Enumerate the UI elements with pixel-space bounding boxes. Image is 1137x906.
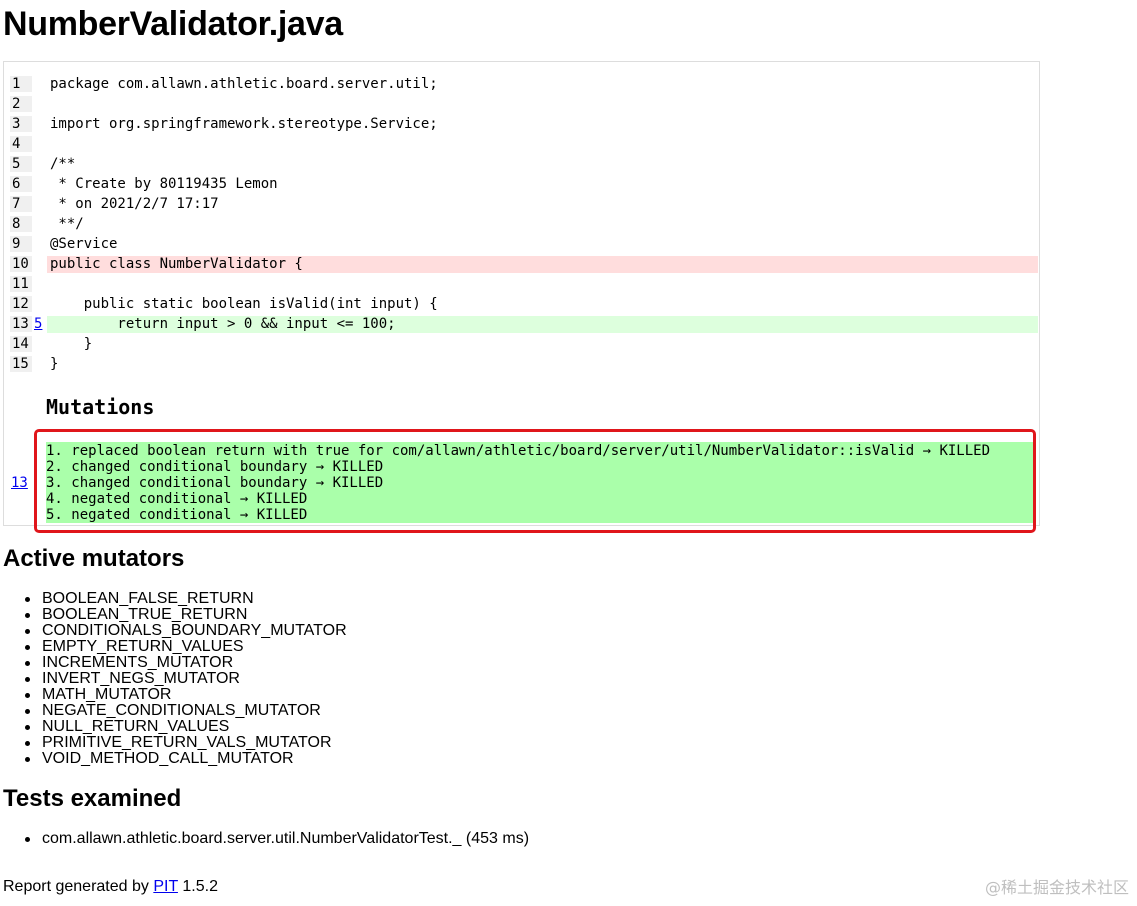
code-line-4: 4: [10, 134, 1038, 154]
code-text: package com.allawn.athletic.board.server…: [50, 76, 438, 92]
code-text: * on 2021/2/7 17:17: [50, 196, 219, 212]
code-line-6: 6 * Create by 80119435 Lemon: [10, 174, 1038, 194]
mutator-item: NEGATE_CONDITIONALS_MUTATOR: [25, 703, 347, 719]
line-number: 4: [10, 136, 32, 152]
active-mutators-list: BOOLEAN_FALSE_RETURN BOOLEAN_TRUE_RETURN…: [25, 591, 347, 767]
code-line-3: 3 import org.springframework.stereotype.…: [10, 114, 1038, 134]
mutator-item: INVERT_NEGS_MUTATOR: [25, 671, 347, 687]
code-text: }: [50, 336, 93, 352]
code-line-7: 7 * on 2021/2/7 17:17: [10, 194, 1038, 214]
tests-examined-heading: Tests examined: [3, 785, 182, 812]
line-number: 12: [10, 296, 32, 312]
mutator-item: BOOLEAN_TRUE_RETURN: [25, 607, 347, 623]
mutator-item: NULL_RETURN_VALUES: [25, 719, 347, 735]
footer-prefix: Report generated by: [3, 878, 154, 895]
code-line-1: 1 package com.allawn.athletic.board.serv…: [10, 74, 1038, 94]
line-number: 13: [10, 316, 32, 332]
code-text: * Create by 80119435 Lemon: [50, 176, 278, 192]
mutator-item: INCREMENTS_MUTATOR: [25, 655, 347, 671]
code-line-15: 15 }: [10, 354, 1038, 374]
mutator-item: CONDITIONALS_BOUNDARY_MUTATOR: [25, 622, 347, 639]
line-number: 3: [10, 116, 32, 132]
code-line-5: 5 /**: [10, 154, 1038, 174]
code-text-killed: return input > 0 && input <= 100;: [47, 316, 1038, 333]
code-line-8: 8 **/: [10, 214, 1038, 234]
mutator-item: VOID_METHOD_CALL_MUTATOR: [25, 751, 347, 767]
code-text: import org.springframework.stereotype.Se…: [50, 116, 438, 132]
line-number: 14: [10, 336, 32, 352]
mutation-line-link[interactable]: 13: [11, 474, 28, 492]
code-text: **/: [50, 216, 84, 232]
code-line-10: 10 public class NumberValidator {: [10, 254, 1038, 274]
test-item: com.allawn.athletic.board.server.util.Nu…: [24, 830, 530, 847]
mutator-item: BOOLEAN_FALSE_RETURN: [25, 591, 347, 607]
code-line-11: 11: [10, 274, 1038, 294]
line-number: 8: [10, 216, 32, 232]
code-line-12: 12 public static boolean isValid(int inp…: [10, 294, 1038, 314]
code-text: /**: [50, 156, 76, 172]
line-number: 15: [10, 356, 32, 372]
code-text-uncovered: public class NumberValidator {: [47, 256, 1038, 273]
page-title: NumberValidator.java: [3, 5, 343, 43]
watermark: @稀土掘金技术社区: [984, 878, 1129, 897]
line-number: 7: [10, 196, 32, 212]
mutations-list: 1. replaced boolean return with true for…: [46, 442, 1034, 523]
mutation-item: 3. changed conditional boundary → KILLED: [46, 475, 384, 491]
line-number: 1: [10, 76, 32, 92]
tests-examined-list: com.allawn.athletic.board.server.util.Nu…: [24, 829, 530, 849]
mutation-item: 1. replaced boolean return with true for…: [46, 443, 991, 459]
code-text: public static boolean isValid(int input)…: [50, 296, 438, 312]
line-number: 2: [10, 96, 32, 112]
footer-version: 1.5.2: [177, 878, 218, 895]
mutations-heading: Mutations: [46, 395, 155, 419]
mutation-count-link[interactable]: 5: [34, 314, 46, 334]
line-number: 10: [10, 256, 32, 272]
pit-link[interactable]: PIT: [153, 878, 178, 895]
code-line-9: 9 @Service: [10, 234, 1038, 254]
active-mutators-heading: Active mutators: [3, 545, 185, 572]
mutator-item: EMPTY_RETURN_VALUES: [25, 639, 347, 655]
code-text: @Service: [50, 236, 118, 252]
line-number: 11: [10, 276, 32, 292]
line-number: 6: [10, 176, 32, 192]
line-number: 5: [10, 156, 32, 172]
mutation-item: 4. negated conditional → KILLED: [46, 491, 308, 507]
code-text: }: [50, 356, 59, 372]
code-line-14: 14 }: [10, 334, 1038, 354]
code-line-2: 2: [10, 94, 1038, 114]
code-line-13: 13 5 return input > 0 && input <= 100;: [10, 314, 1038, 334]
mutation-item: 2. changed conditional boundary → KILLED: [46, 459, 384, 475]
report-footer: Report generated by PIT 1.5.2: [3, 877, 218, 897]
mutator-item: PRIMITIVE_RETURN_VALS_MUTATOR: [25, 735, 347, 751]
mutator-item: MATH_MUTATOR: [25, 687, 347, 703]
mutation-item: 5. negated conditional → KILLED: [46, 507, 308, 523]
line-number: 9: [10, 236, 32, 252]
